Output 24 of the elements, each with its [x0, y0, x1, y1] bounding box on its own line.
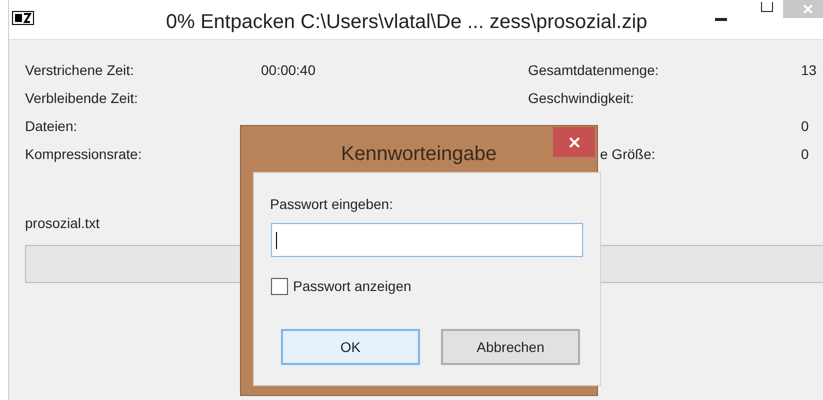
stat-value: 00:00:40	[261, 61, 316, 78]
stat-label: e Größe:	[600, 146, 656, 162]
close-icon	[803, 5, 813, 13]
stat-value: 13	[801, 61, 817, 78]
close-button[interactable]	[553, 127, 595, 157]
file-name: prosozial.txt	[25, 214, 100, 233]
password-field[interactable]	[271, 223, 583, 257]
stat-label: Kompressionsrate:	[25, 146, 142, 162]
stat-label: Geschwindigkeit:	[528, 90, 634, 106]
app-icon	[12, 11, 34, 25]
dialog-button[interactable]: Abbrechen	[441, 329, 580, 365]
stat-label: Dateien:	[25, 118, 78, 134]
stat-label: Verbleibende Zeit:	[25, 90, 138, 106]
maximize-icon[interactable]	[761, 2, 773, 12]
stat-label: Verstrichene Zeit:	[25, 62, 134, 78]
stat-value: 0	[801, 117, 809, 134]
close-icon	[568, 136, 580, 148]
show-password-checkbox[interactable]: Passwort anzeigen	[271, 276, 412, 297]
dialog-title: Kennworteingabe	[341, 142, 497, 167]
stat-value: 0	[801, 145, 809, 162]
dialog-button[interactable]: OK	[281, 329, 420, 365]
window-title: 0% Entpacken C:\Users\vlatal\De ... zess\prosozial.zip	[166, 10, 648, 35]
prompt-label: Passwort eingeben:	[270, 195, 393, 214]
stat-label: Gesamtdatenmenge:	[528, 62, 659, 78]
